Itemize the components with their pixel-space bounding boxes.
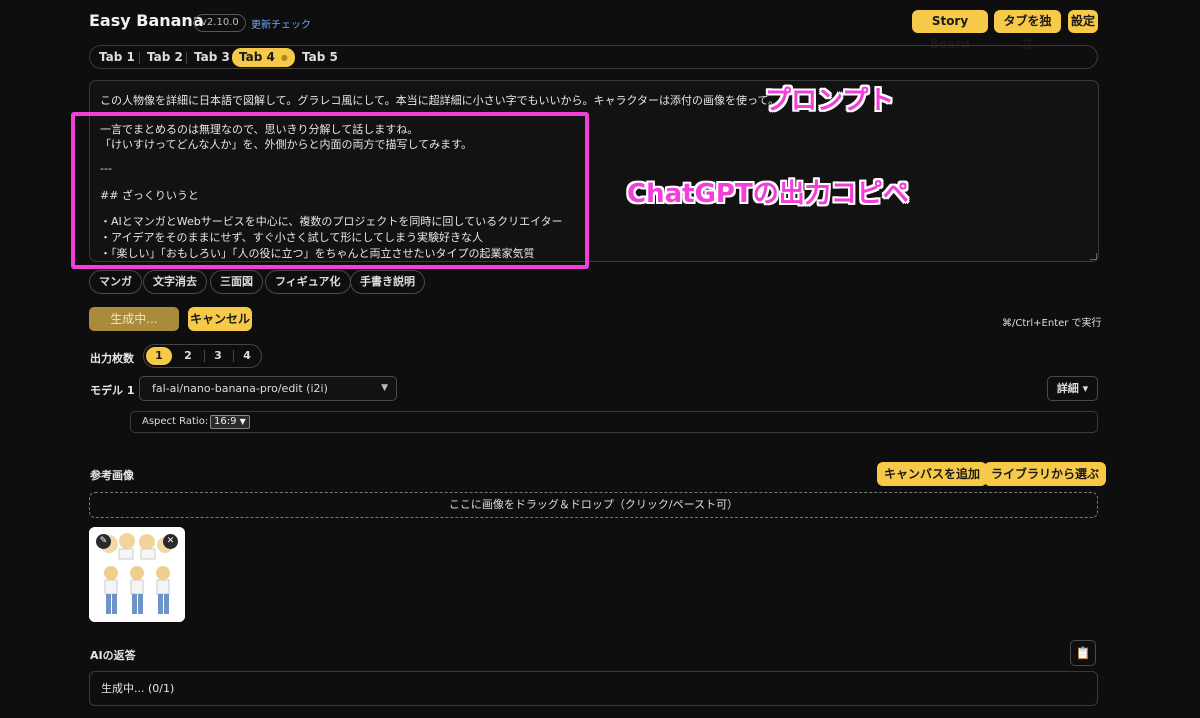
detail-button[interactable]: 詳細 ▾ <box>1047 376 1098 401</box>
tab-2[interactable]: Tab 2 <box>140 48 190 67</box>
model-label: モデル 1 <box>90 384 135 397</box>
aspect-ratio-label: Aspect Ratio: <box>142 416 209 427</box>
output-count-1[interactable]: 1 <box>146 347 172 365</box>
clipboard-icon: 📋 <box>1075 646 1091 660</box>
output-count-2[interactable]: 2 <box>175 347 201 365</box>
detach-tab-button[interactable]: タブを独立 <box>994 10 1061 51</box>
preset-figure[interactable]: フィギュア化 <box>265 270 351 294</box>
preset-manga[interactable]: マンガ <box>89 270 142 294</box>
generate-button[interactable]: 生成中... <box>89 307 179 331</box>
tab-3[interactable]: Tab 3 <box>187 48 237 67</box>
cancel-button[interactable]: キャンセル <box>188 307 252 331</box>
copy-button[interactable]: 📋 <box>1070 640 1096 666</box>
output-count-group: 1 2 3 4 <box>143 344 262 368</box>
aspect-ratio-panel: Aspect Ratio: 16:9 ▼ <box>130 411 1098 433</box>
output-count-3[interactable]: 3 <box>205 347 231 365</box>
reference-thumbnail[interactable]: ✎ ✕ <box>89 527 185 622</box>
version-badge: v2.10.0 <box>194 14 246 32</box>
story-board-button[interactable]: Story Board <box>912 10 988 51</box>
model-select-value: fal-ai/nano-banana-pro/edit (i2i) <box>152 382 328 395</box>
prompt-line: この人物像を詳細に日本語で図解して。グラレコ風にして。本当に超詳細に小さい字でも… <box>100 94 780 107</box>
preset-handwritten[interactable]: 手書き説明 <box>350 270 425 294</box>
annotation-highlight-box <box>71 112 589 269</box>
aspect-ratio-value: 16:9 <box>214 416 237 427</box>
preset-erase-text[interactable]: 文字消去 <box>143 270 207 294</box>
settings-button[interactable]: 設定 <box>1068 10 1098 33</box>
app-title: Easy Banana <box>89 11 204 30</box>
chevron-down-icon: ▼ <box>381 383 388 393</box>
image-dropzone[interactable]: ここに画像をドラッグ＆ドロップ（クリック/ペースト可） <box>89 492 1098 518</box>
ai-reply-label: AIの返答 <box>90 649 136 662</box>
tab-bar: Tab 1 Tab 2 Tab 3 Tab 4 ● Tab 5 <box>89 45 1098 69</box>
close-icon[interactable]: ✕ <box>163 534 178 549</box>
update-check-link[interactable]: 更新チェック <box>251 16 311 31</box>
add-canvas-button[interactable]: キャンバスを追加 <box>877 462 988 486</box>
tab-4-label: Tab 4 <box>239 50 275 64</box>
choose-library-button[interactable]: ライブラリから選ぶ <box>984 462 1107 486</box>
annotation-prompt: プロンプト <box>765 86 895 116</box>
annotation-chatgpt-paste: ChatGPTの出力コピペ <box>627 179 909 209</box>
ai-reply-box: 生成中... (0/1) <box>89 671 1098 706</box>
aspect-ratio-select[interactable]: 16:9 ▼ <box>210 415 250 429</box>
tab-4[interactable]: Tab 4 ● <box>232 48 295 67</box>
shortcut-hint: ⌘/Ctrl+Enter で実行 <box>1002 318 1102 329</box>
output-count-label: 出力枚数 <box>90 352 134 365</box>
tab-1[interactable]: Tab 1 <box>92 48 142 67</box>
model-select[interactable]: fal-ai/nano-banana-pro/edit (i2i) ▼ <box>139 376 397 401</box>
pencil-icon[interactable]: ✎ <box>96 534 111 549</box>
reference-images-label: 参考画像 <box>90 469 134 482</box>
output-count-4[interactable]: 4 <box>234 347 260 365</box>
tab-5[interactable]: Tab 5 <box>295 48 345 67</box>
chevron-down-icon: ▼ <box>239 417 246 426</box>
preset-three-view[interactable]: 三面図 <box>210 270 263 294</box>
unsaved-dot-icon: ● <box>280 53 288 62</box>
resize-handle-icon[interactable] <box>1090 253 1097 260</box>
